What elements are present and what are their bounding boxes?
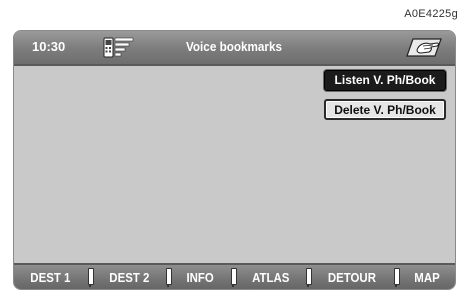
tab-dest-1[interactable]: DEST 1 xyxy=(18,270,82,285)
bottom-tab-bar: DEST 1 DEST 2 INFO ATLAS DETOUR MAP xyxy=(14,263,455,289)
tab-detour[interactable]: DETOUR xyxy=(316,270,388,285)
tab-dest-2[interactable]: DEST 2 xyxy=(97,270,161,285)
tab-separator-icon xyxy=(87,267,94,287)
delete-voice-phonebook-button[interactable]: Delete V. Ph/Book xyxy=(324,99,446,120)
page-title: Voice bookmarks xyxy=(185,39,283,54)
tab-map[interactable]: MAP xyxy=(402,270,451,285)
listen-voice-phonebook-button[interactable]: Listen V. Ph/Book xyxy=(324,70,446,91)
tab-separator-icon xyxy=(393,267,400,287)
tab-separator-icon xyxy=(305,267,313,287)
nav-screen: 10:30 Voice bookmarks Listen V. Ph/Book … xyxy=(13,30,456,290)
tab-info[interactable]: INFO xyxy=(175,270,226,285)
phone-signal-icon xyxy=(102,35,144,59)
tab-atlas[interactable]: ATLAS xyxy=(240,270,301,285)
clock: 10:30 xyxy=(32,39,66,54)
hand-on-keypad-icon xyxy=(403,34,445,60)
tab-separator-icon xyxy=(230,267,237,287)
header-bar: 10:30 Voice bookmarks xyxy=(14,31,455,66)
figure-code: A0E4225g xyxy=(404,8,458,20)
tab-separator-icon xyxy=(165,267,173,287)
